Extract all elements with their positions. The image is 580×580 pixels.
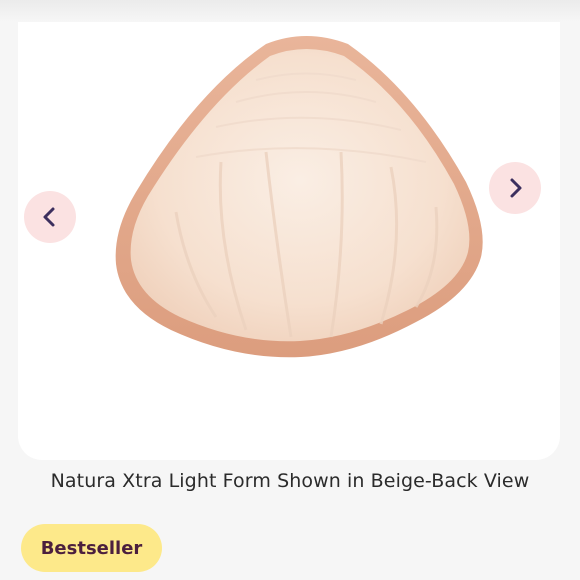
chevron-right-icon xyxy=(510,178,522,198)
top-shadow-band xyxy=(0,0,580,22)
bestseller-badge: Bestseller xyxy=(21,524,162,572)
carousel-prev-button[interactable] xyxy=(24,191,76,243)
image-caption: Natura Xtra Light Form Shown in Beige-Ba… xyxy=(50,470,530,492)
product-gallery-page: Natura Xtra Light Form Shown in Beige-Ba… xyxy=(0,0,580,580)
chevron-left-icon xyxy=(43,207,55,227)
carousel-next-button[interactable] xyxy=(489,162,541,214)
product-image xyxy=(115,36,483,358)
image-carousel-card xyxy=(18,22,560,460)
